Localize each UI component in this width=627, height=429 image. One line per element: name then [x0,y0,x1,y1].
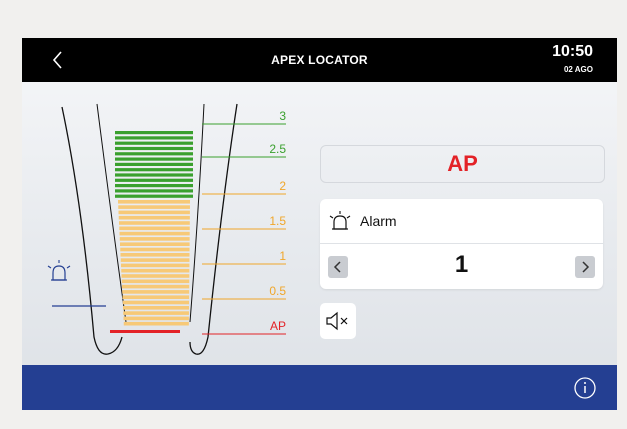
scale-tick-label: 0.5 [269,284,286,298]
scale-tick-label: 2 [279,179,286,193]
bar-segment-orange [118,210,190,215]
clock-time: 10:50 [552,43,593,60]
bar-segment-orange [118,200,190,204]
bar-segment-orange [119,231,190,236]
bar-segment-orange [122,295,190,299]
bar-segment-orange [121,268,190,273]
bar-segment-orange [120,253,190,257]
bar-segment-orange [122,300,190,305]
bar-segment-green [115,131,193,135]
scale-ticks: 3 2.5 2 1.5 1 0.5 AP [202,109,286,335]
scale-tick-label: AP [270,319,286,333]
bar-segment-green [115,152,193,156]
bar-segment-orange [118,215,190,220]
mute-button[interactable] [320,303,356,339]
scale-tick-label: 3 [279,109,286,123]
bar-segment-green [115,173,193,177]
bar-segment-orange [119,237,190,241]
speaker-muted-icon [326,311,348,331]
bar-segment-green [115,157,193,161]
bar-segment-green [115,136,193,140]
info-button[interactable] [573,376,597,400]
alarm-panel: Alarm 1 [320,199,603,289]
scale-tick-label: 1.5 [269,214,286,228]
scale-tick-label: 1 [279,249,286,263]
bar-segment-green [115,162,193,166]
bar-segment-green [115,184,193,188]
bar-segment-orange [120,242,190,246]
apex-reading-display: AP [320,145,605,183]
bottom-bar [22,365,617,410]
bar-segment-orange [122,284,190,289]
bar-segment-orange [123,316,189,321]
bar-segment-green [115,194,193,198]
bar-segment-orange [123,321,189,326]
bar-segment-green [115,168,193,172]
bar-segment-orange [123,306,189,310]
apex-scale-graphic: 3 2.5 2 1.5 1 0.5 AP [47,103,286,355]
bar-segment-green [115,178,193,182]
bar-segment-orange [121,263,190,268]
bar-segment-orange [120,258,190,262]
apex-bar-stack [110,131,193,333]
bar-segment-orange [119,221,190,225]
bar-segment-green [115,189,193,193]
chevron-right-icon [582,261,590,273]
bar-segment-green [115,141,193,145]
bar-segment-orange [118,205,190,209]
apex-reading-value: AP [447,151,478,176]
apex-locator-screen: APEX LOCATOR 10:50 02 AGO 3 2.5 2 1.5 1 0.5 AP… [22,38,617,410]
alarm-bell-icon [329,211,351,230]
scale-tick-label: 2.5 [269,142,286,156]
clock-date: 02 AGO [563,65,593,74]
alarm-level-value: 1 [454,251,469,278]
alarm-level-stepper: 1 [320,243,603,290]
bar-segment-red [110,330,180,333]
bar-segment-green [115,146,193,151]
alarm-header: Alarm [328,210,397,232]
bar-segment-orange [123,311,189,315]
alarm-increase-button[interactable] [575,256,595,278]
bar-segment-orange [121,274,190,278]
info-icon [574,377,596,399]
alarm-label: Alarm [360,213,397,229]
bar-segment-orange [120,247,190,252]
alarm-bell-icon [47,260,71,281]
bar-segment-orange [121,279,190,284]
bar-segment-orange [122,290,190,294]
bar-segment-orange [119,226,190,231]
page-title: APEX LOCATOR [271,53,368,67]
top-bar: APEX LOCATOR 10:50 02 AGO [22,38,617,82]
